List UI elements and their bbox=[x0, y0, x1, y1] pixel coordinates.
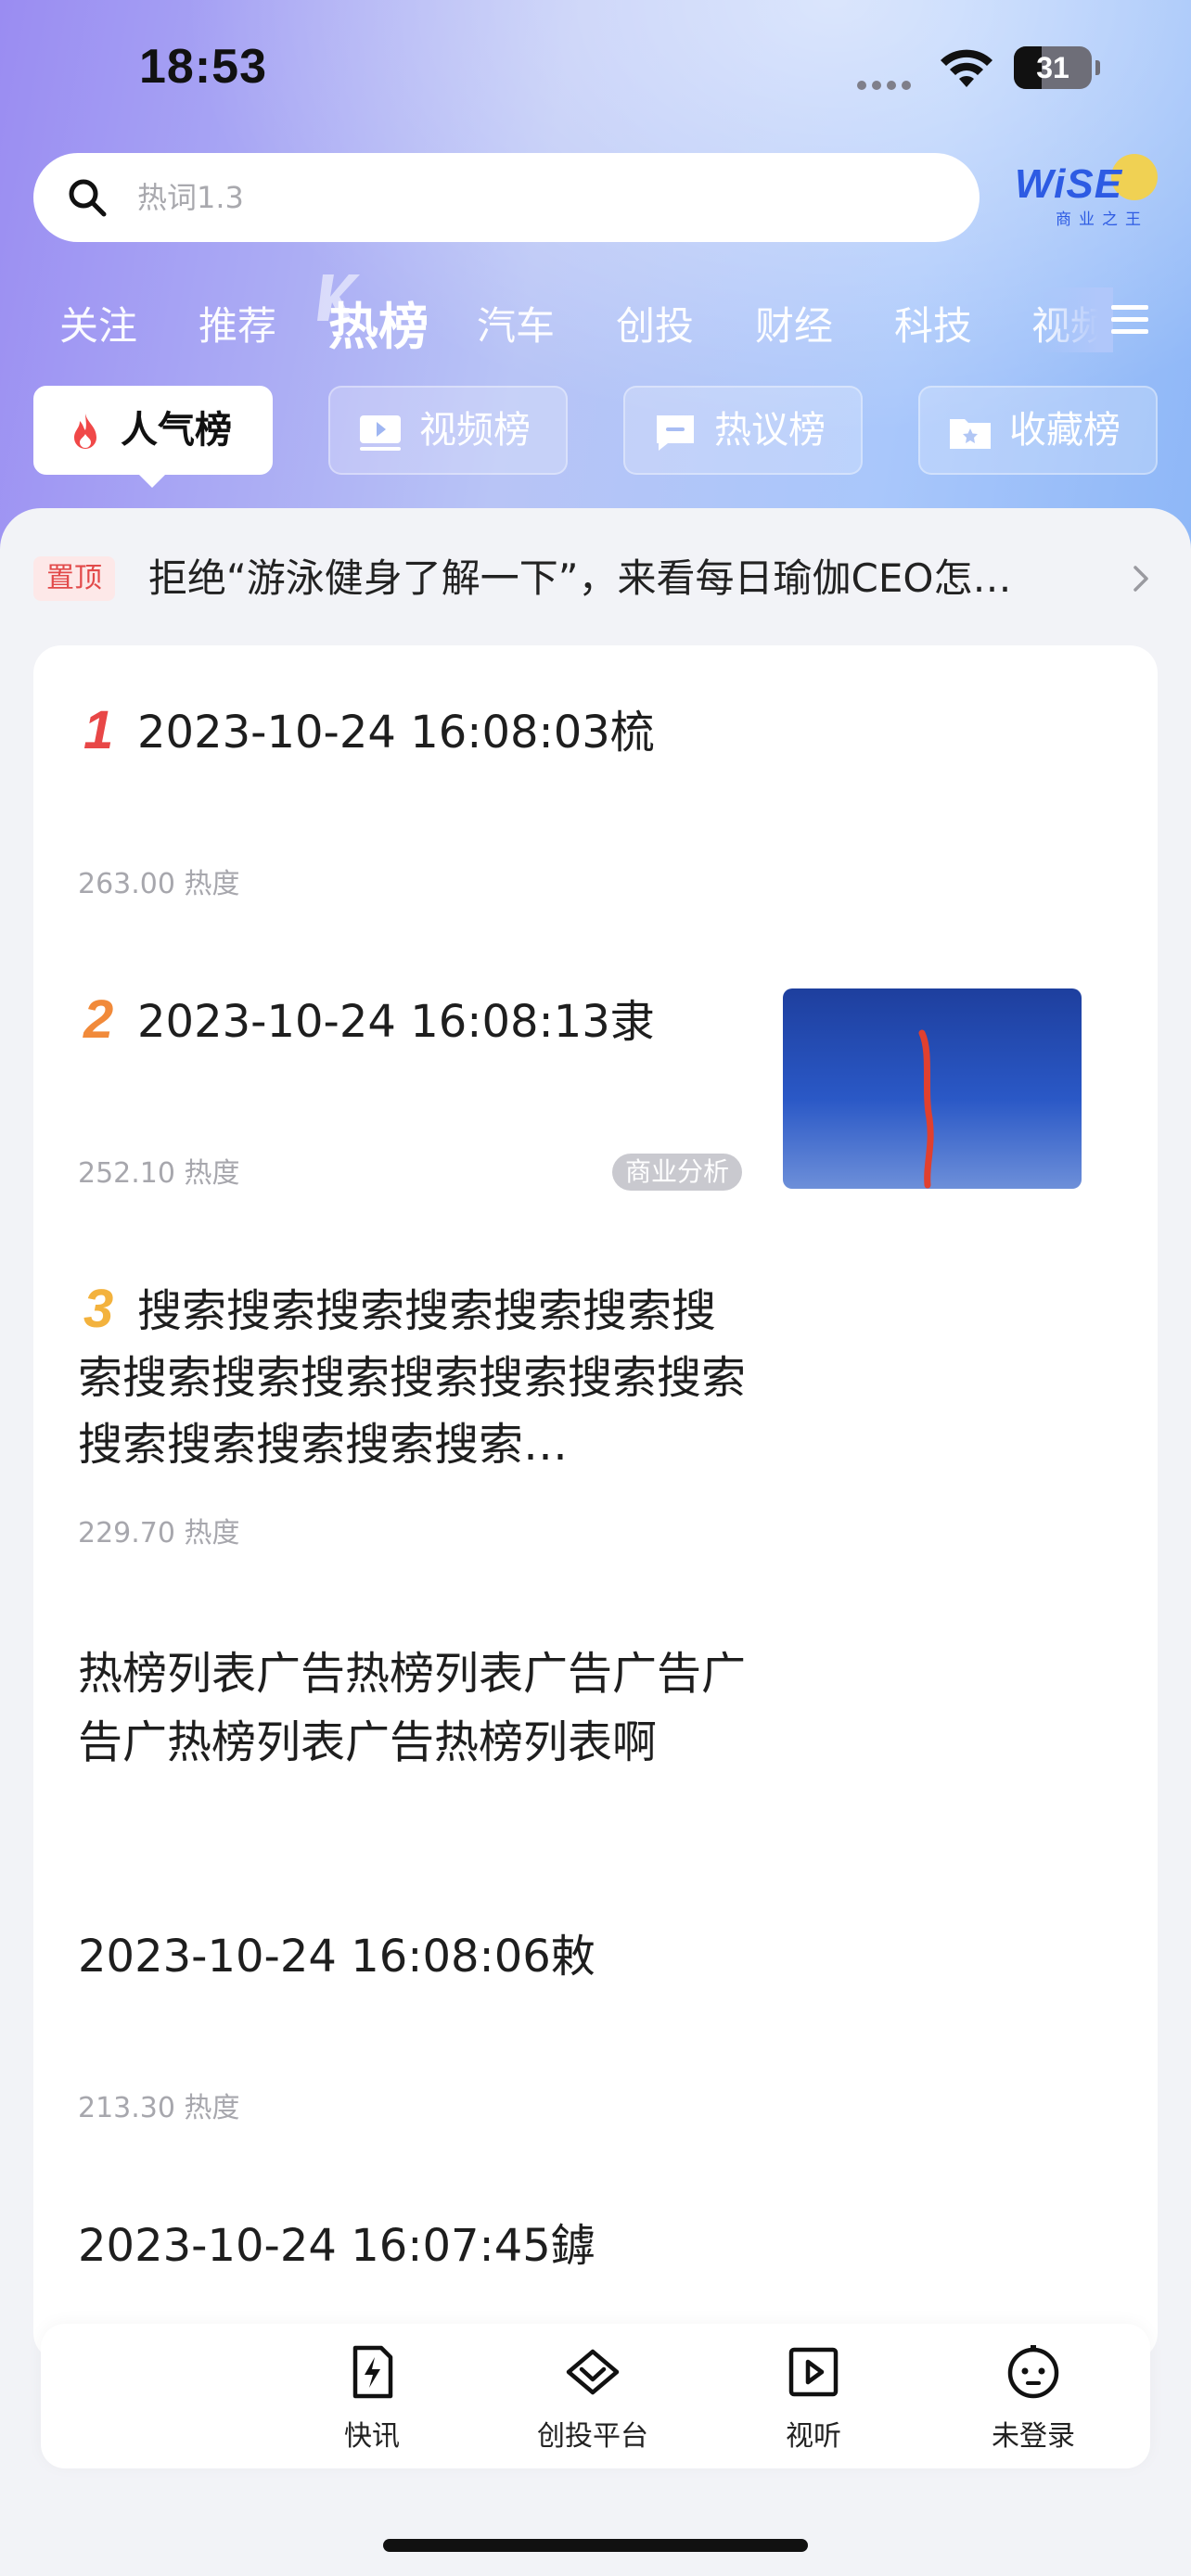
play-icon bbox=[788, 2347, 839, 2397]
ad-image-art bbox=[918, 1029, 934, 1189]
comment-icon bbox=[657, 415, 694, 451]
status-bar: 18:53 31 bbox=[0, 0, 1191, 139]
folder-star-icon bbox=[950, 419, 991, 449]
battery-level: 31 bbox=[1036, 51, 1069, 84]
item-title: 搜索搜索搜索搜索搜索搜索搜索搜索搜索搜索搜索搜索搜索搜索搜索搜索搜索搜索搜索… bbox=[78, 1285, 747, 1471]
rank-number: 2 bbox=[83, 989, 114, 1050]
rank-tab-popularity[interactable]: 人气榜 bbox=[33, 386, 273, 475]
brand-logo[interactable]: WiSE 商业之王 bbox=[1011, 152, 1159, 229]
item-title: 2023-10-24 16:08:03梳 bbox=[137, 707, 655, 759]
ad-category-tag: 商业分析 bbox=[612, 1154, 743, 1191]
menu-icon[interactable] bbox=[1109, 301, 1150, 338]
hot-list-item[interactable]: 3 搜索搜索搜索搜索搜索搜索搜索搜索搜索搜索搜索搜索搜索搜索搜索搜索搜索搜索搜索… bbox=[78, 1274, 1113, 1552]
item-heat: 229.70 热度 bbox=[78, 1517, 240, 1549]
rank-tab-label: 人气榜 bbox=[121, 409, 232, 452]
rank-tab-label: 热议榜 bbox=[714, 409, 826, 452]
search-icon bbox=[69, 179, 107, 217]
rank-tab-favorites[interactable]: 收藏榜 bbox=[918, 386, 1158, 475]
nav-label: 视听 bbox=[786, 2420, 841, 2453]
cellular-signal-icon bbox=[857, 76, 916, 94]
ad-list-item[interactable]: 热榜列表广告热榜列表广告广告广告广热榜列表广告热榜列表啊 bbox=[78, 1628, 783, 1851]
pinned-title: 拒绝“游泳健身了解一下”，来看每日瑜伽CEO怎… bbox=[148, 555, 1012, 601]
pinned-badge: 置顶 bbox=[33, 556, 115, 601]
brand-tagline: 商业之王 bbox=[1056, 210, 1148, 229]
nav-label: 未登录 bbox=[992, 2420, 1075, 2453]
tab-caijing[interactable]: 财经 bbox=[755, 295, 833, 351]
hot-list-item[interactable]: 2023-10-24 16:07:45鏬 bbox=[78, 2209, 1113, 2302]
search-bar[interactable] bbox=[33, 153, 980, 242]
flame-icon bbox=[74, 414, 96, 449]
wifi-icon bbox=[941, 49, 992, 87]
channel-tabs: 关注 推荐 热榜 汽车 创投 财经 科技 视频 bbox=[0, 278, 1191, 362]
nav-label: 创投平台 bbox=[537, 2420, 648, 2453]
rank-number: 1 bbox=[83, 700, 114, 760]
item-title: 2023-10-24 16:08:06敕 bbox=[78, 1931, 596, 1983]
item-heat: 263.00 热度 bbox=[78, 868, 240, 900]
nav-shiting[interactable]: 视听 bbox=[744, 2324, 883, 2468]
rank-tab-label: 收藏榜 bbox=[1009, 409, 1121, 452]
rank-tab-discussion[interactable]: 热议榜 bbox=[623, 386, 863, 475]
pinned-article[interactable]: 置顶 拒绝“游泳健身了解一下”，来看每日瑜伽CEO怎… bbox=[33, 553, 1165, 605]
item-title: 2023-10-24 16:07:45鏬 bbox=[78, 2220, 596, 2272]
nav-label: 快讯 bbox=[344, 2420, 400, 2453]
rank-tab-label: 视频榜 bbox=[419, 409, 531, 452]
item-heat: 252.10 热度 bbox=[78, 1157, 240, 1190]
rank-tab-video[interactable]: 视频榜 bbox=[328, 386, 568, 475]
ad-thumbnail[interactable] bbox=[783, 988, 1082, 1189]
hot-list-item[interactable]: 1 2023-10-24 16:08:03梳 263.00 热度 bbox=[78, 695, 1113, 909]
item-title: 2023-10-24 16:08:13隶 bbox=[137, 996, 655, 1048]
hot-list-item[interactable]: 2023-10-24 16:08:06敕 213.30 热度 bbox=[78, 1919, 1113, 2133]
active-pill-pointer bbox=[135, 471, 169, 488]
tab-chuangtou[interactable]: 创投 bbox=[616, 295, 694, 351]
tab-rebang[interactable]: 热榜 bbox=[328, 286, 429, 359]
nav-chuangtou-platform[interactable]: 创投平台 bbox=[523, 2324, 662, 2468]
status-time: 18:53 bbox=[139, 40, 267, 94]
nav-kuaixun[interactable]: 快讯 bbox=[302, 2324, 442, 2468]
item-heat: 213.30 热度 bbox=[78, 2092, 240, 2124]
video-icon bbox=[360, 415, 401, 451]
brand-name: WiSE bbox=[1015, 161, 1123, 207]
tab-keji[interactable]: 科技 bbox=[894, 295, 972, 351]
tab-qiche[interactable]: 汽车 bbox=[477, 295, 555, 351]
flash-news-icon bbox=[352, 2345, 393, 2399]
ad-title: 热榜列表广告热榜列表广告广告广告广热榜列表广告热榜列表啊 bbox=[78, 1648, 747, 1768]
search-input[interactable] bbox=[137, 153, 954, 242]
chevron-right-icon bbox=[1133, 566, 1148, 592]
nav-profile[interactable]: 未登录 bbox=[964, 2324, 1103, 2468]
home-indicator bbox=[383, 2539, 808, 2552]
battery-indicator: 31 bbox=[1014, 46, 1100, 89]
user-icon bbox=[1007, 2345, 1059, 2399]
tab-tuijian[interactable]: 推荐 bbox=[198, 295, 276, 351]
diamond-icon bbox=[566, 2349, 620, 2395]
bottom-nav: 快讯 创投平台 视听 未登录 bbox=[41, 2324, 1150, 2468]
tab-guanzhu[interactable]: 关注 bbox=[59, 295, 137, 351]
tab-scroll-fade bbox=[1039, 287, 1113, 352]
